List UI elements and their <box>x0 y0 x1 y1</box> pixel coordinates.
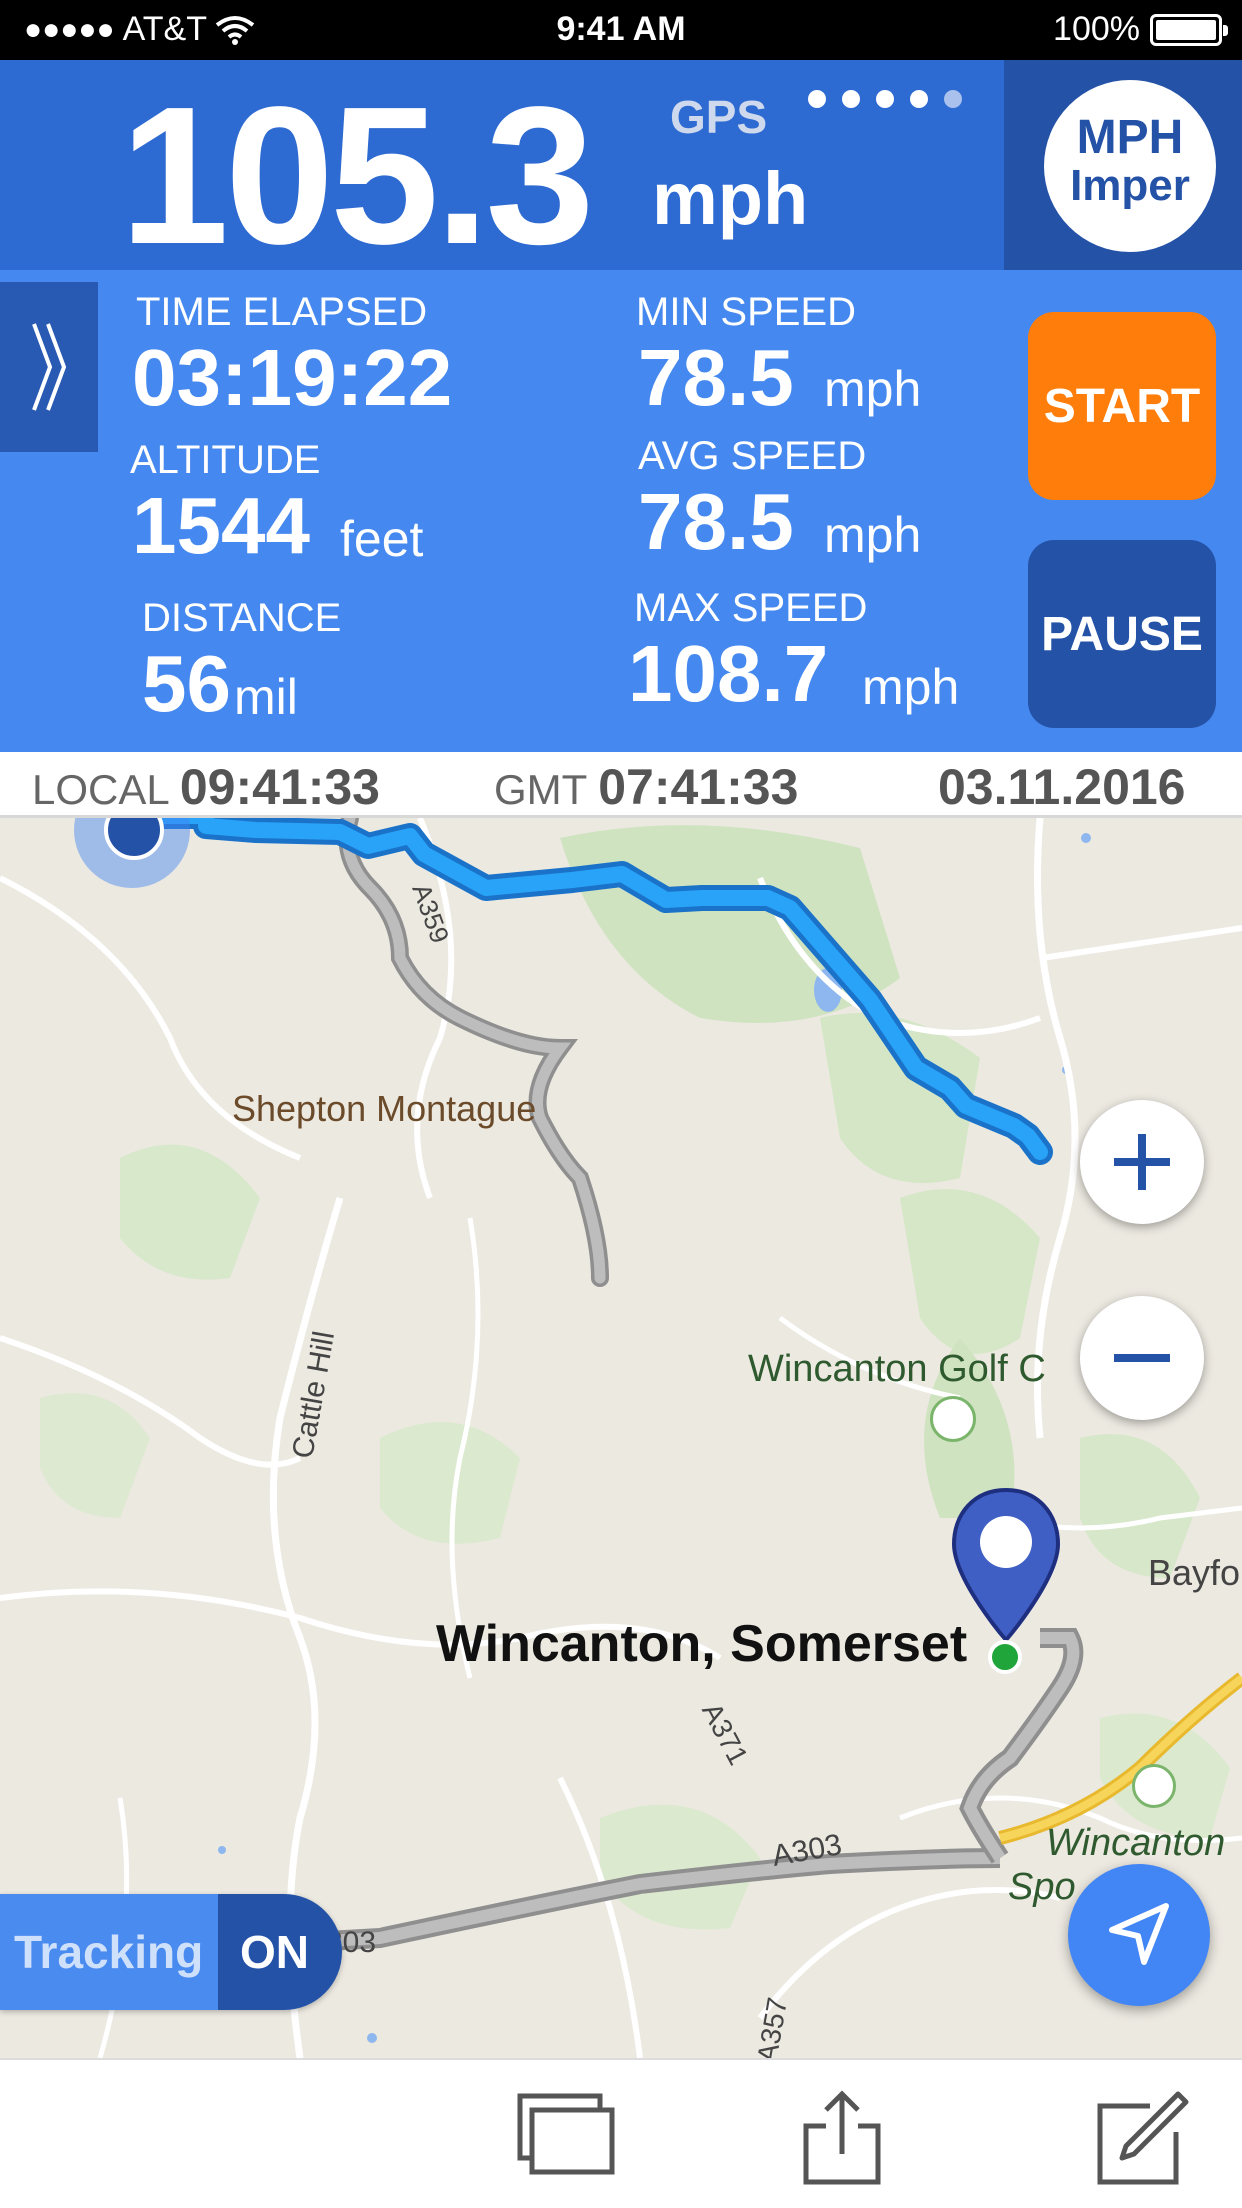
map-view[interactable]: Shepton Montague A359 Cattle Hill Wincan… <box>0 818 1242 2058</box>
local-time: LOCAL 09:41:33 <box>32 758 380 816</box>
tracking-toggle[interactable]: Tracking ON <box>0 1894 342 2010</box>
unit-toggle-button[interactable]: MPH Imper <box>1044 80 1216 252</box>
avg-speed-value: 78.5 <box>638 477 794 566</box>
windows-icon[interactable] <box>516 2090 616 2180</box>
start-button[interactable]: START <box>1028 312 1216 500</box>
gmt-time-label: GMT <box>494 766 587 813</box>
locate-me-button[interactable] <box>1068 1864 1210 2006</box>
tracking-label: Tracking <box>0 1894 218 2010</box>
park-icon <box>1132 1764 1176 1808</box>
altitude-value: 1544 <box>132 481 310 570</box>
speed-unit: mph <box>652 157 809 240</box>
map-label-golf: Wincanton Golf C <box>748 1348 1046 1390</box>
gmt-time: GMT 07:41:33 <box>494 758 798 816</box>
zoom-in-button[interactable] <box>1080 1100 1204 1224</box>
status-right: 100% <box>1053 10 1228 49</box>
golf-icon <box>930 1396 976 1442</box>
status-bar: ●●●●● AT&T 9:41 AM 100% <box>0 0 1242 60</box>
gps-dot <box>944 90 962 108</box>
min-speed-unit: mph <box>824 361 922 417</box>
gps-dot <box>808 90 826 108</box>
destination-dot <box>988 1640 1022 1674</box>
max-speed-unit: mph <box>862 659 960 715</box>
edit-icon[interactable] <box>1094 2090 1190 2186</box>
map-label-shepton: Shepton Montague <box>232 1088 537 1129</box>
gmt-time-value: 07:41:33 <box>598 759 799 815</box>
distance-label: DISTANCE <box>142 596 342 640</box>
time-elapsed-value: 03:19:22 <box>132 333 453 422</box>
unit-toggle-line1: MPH <box>1076 111 1184 164</box>
gps-dot <box>842 90 860 108</box>
time-strip: LOCAL 09:41:33 GMT 07:41:33 03.11.2016 <box>0 752 1242 818</box>
time-elapsed-label: TIME ELAPSED <box>136 290 428 334</box>
min-speed-value: 78.5 <box>638 333 794 422</box>
battery-percent: 100% <box>1053 10 1140 48</box>
distance-value: 56 <box>142 639 231 728</box>
location-pin-icon[interactable] <box>946 1484 1066 1654</box>
unit-toggle-line2: Imper <box>1070 161 1190 210</box>
unit-panel: MPH Imper <box>1004 60 1242 270</box>
gps-dot <box>876 90 894 108</box>
expand-panel-button[interactable] <box>0 282 98 452</box>
stats-panel: TIME ELAPSED 03:19:22 ALTITUDE 1544 feet… <box>0 270 1242 752</box>
gps-signal-indicator <box>808 90 962 108</box>
gps-dot <box>910 90 928 108</box>
gps-label: GPS <box>670 91 768 143</box>
speed-header: 105.3 GPS mph MPH Imper <box>0 60 1242 274</box>
map-label-sports-1: Wincanton <box>1046 1822 1226 1864</box>
min-speed-label: MIN SPEED <box>636 290 857 334</box>
zoom-out-button[interactable] <box>1080 1296 1204 1420</box>
date: 03.11.2016 <box>938 758 1186 816</box>
pause-button[interactable]: PAUSE <box>1028 540 1216 728</box>
current-speed: 105.3 <box>120 66 594 285</box>
map-label-bayford: Bayfo <box>1148 1552 1241 1593</box>
distance-unit: mil <box>234 669 298 725</box>
share-icon[interactable] <box>800 2090 884 2186</box>
double-chevron-right-icon <box>32 323 67 411</box>
tracking-state: ON <box>218 1894 342 2010</box>
avg-speed-unit: mph <box>824 507 922 563</box>
map-label-sports-2: Spo <box>1008 1866 1076 1908</box>
navigation-arrow-icon <box>1109 1903 1169 1965</box>
avg-speed-label: AVG SPEED <box>638 434 867 478</box>
altitude-label: ALTITUDE <box>130 438 321 482</box>
date-value: 03.11.2016 <box>938 759 1186 815</box>
local-time-value: 09:41:33 <box>179 759 380 815</box>
bottom-toolbar <box>0 2058 1242 2208</box>
altitude-unit: feet <box>340 511 424 567</box>
max-speed-value: 108.7 <box>628 629 829 718</box>
map-label-destination: Wincanton, Somerset <box>436 1615 968 1673</box>
max-speed-label: MAX SPEED <box>634 586 868 630</box>
local-time-label: LOCAL <box>32 766 169 813</box>
battery-icon <box>1150 13 1228 46</box>
plus-icon <box>1114 1134 1170 1190</box>
minus-icon <box>1114 1354 1170 1362</box>
